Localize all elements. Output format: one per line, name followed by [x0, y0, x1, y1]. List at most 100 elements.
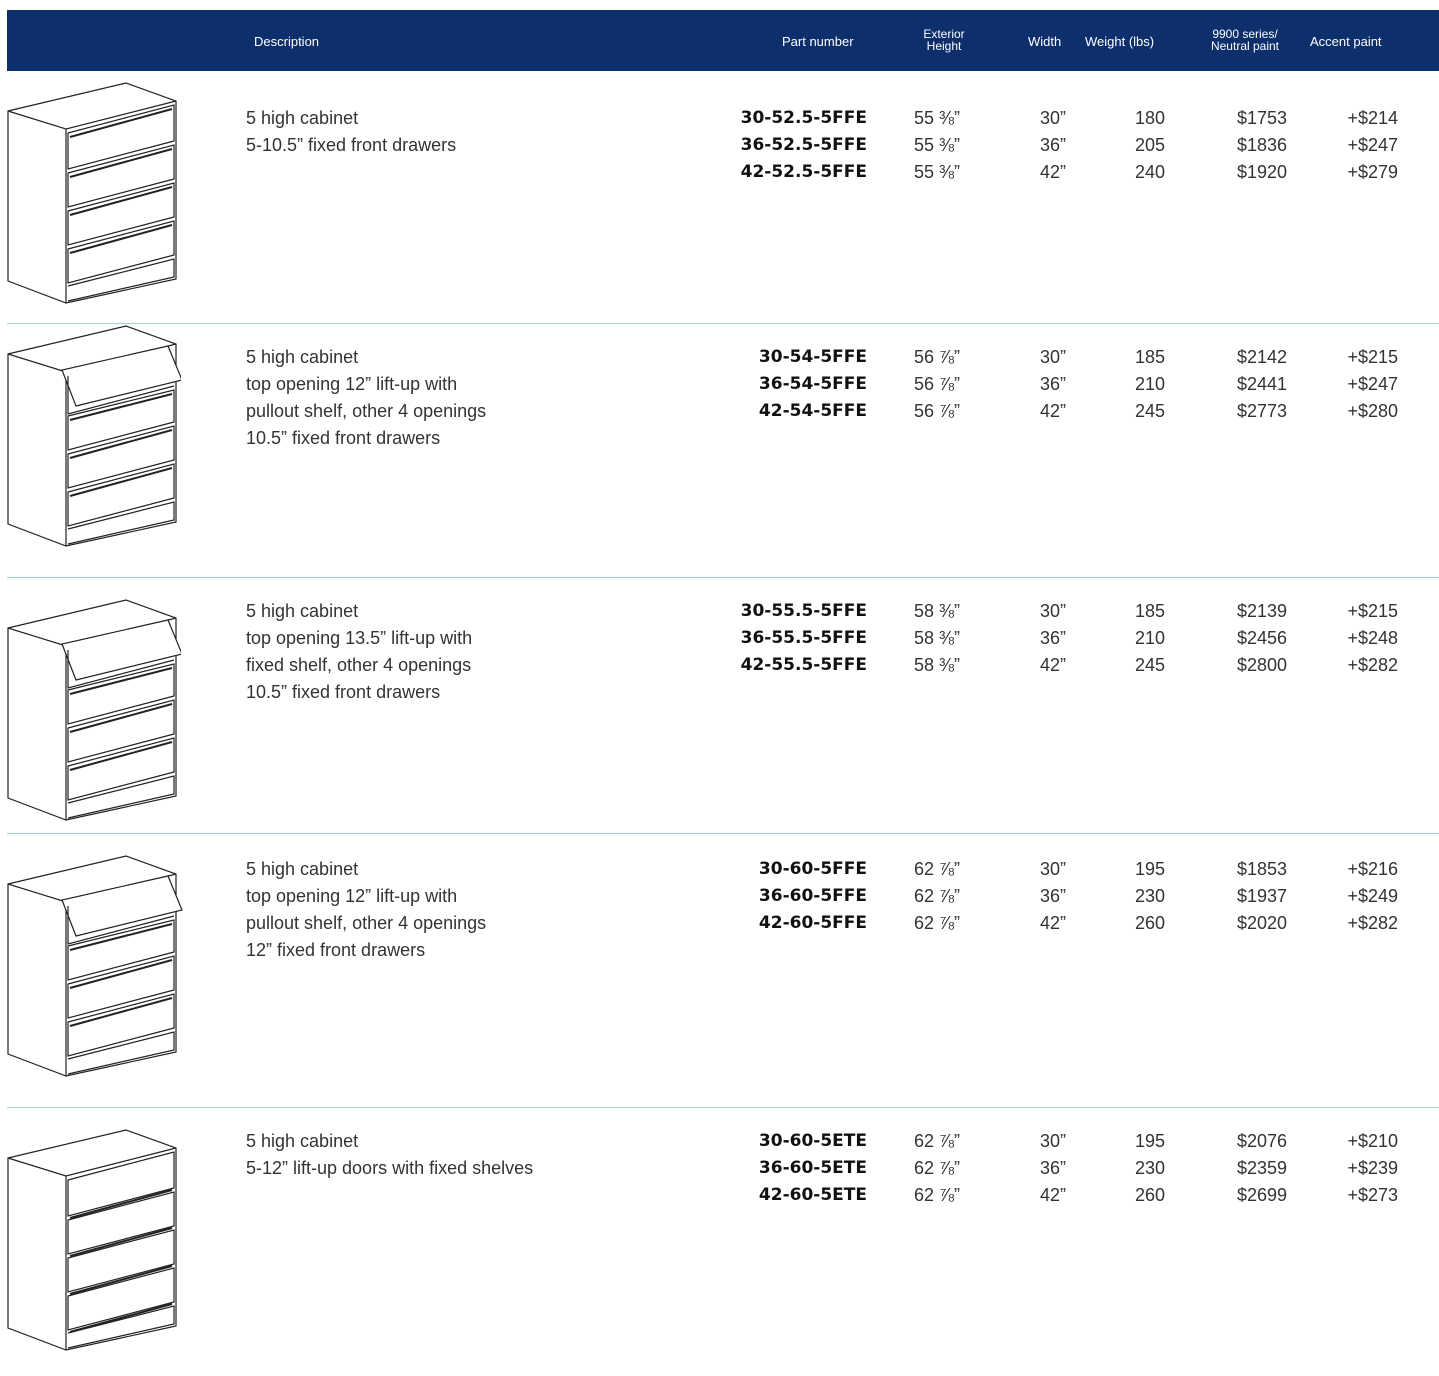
description-line: 5 high cabinet — [246, 601, 359, 621]
accent-price: +$216 — [1347, 859, 1398, 879]
description-line: 10.5” fixed front drawers — [246, 428, 441, 448]
exterior-height: 62 ⅞” — [914, 1131, 961, 1151]
weight-column: 185 210 245 — [1135, 344, 1165, 425]
neutral-price-column: $2076 $2359 $2699 — [1237, 1128, 1287, 1209]
header-accent-paint: Accent paint — [1310, 34, 1382, 49]
lift-up-top-cabinet-icon — [7, 599, 181, 821]
description: 5 high cabinet top opening 12” lift-up w… — [246, 856, 486, 964]
weight-value: 240 — [1134, 162, 1165, 182]
accent-price: +$210 — [1347, 1131, 1398, 1151]
neutral-price: $1836 — [1236, 135, 1287, 155]
row-divider — [7, 833, 1439, 834]
exterior-height-column: 55 ⅜” 55 ⅜” 55 ⅜” — [914, 105, 960, 186]
table-header: Description Part number Exterior Height … — [7, 10, 1439, 71]
lift-up-top-cabinet-icon — [7, 855, 183, 1077]
description-line: fixed shelf, other 4 openings — [246, 655, 472, 675]
part-number-column: 30-55.5-5FFE 36-55.5-5FFE 42-55.5-5FFE — [741, 598, 867, 679]
weight-value: 185 — [1134, 601, 1165, 621]
weight-column: 180 205 240 — [1135, 105, 1165, 186]
part-number: 36-60-5ETE — [758, 1158, 867, 1178]
part-number: 42-52.5-5FFE — [740, 162, 867, 182]
part-number: 42-60-5FFE — [758, 913, 867, 933]
accent-price: +$239 — [1347, 1158, 1398, 1178]
weight-value: 210 — [1134, 628, 1165, 648]
accent-price: +$249 — [1347, 886, 1398, 906]
accent-price-column: +$215 +$247 +$280 — [1347, 344, 1398, 425]
weight-value: 210 — [1134, 374, 1165, 394]
width-value: 36” — [1039, 628, 1066, 648]
exterior-height-column: 62 ⅞” 62 ⅞” 62 ⅞” — [914, 1128, 960, 1209]
description: 5 high cabinet top opening 13.5” lift-up… — [246, 598, 472, 706]
exterior-height: 62 ⅞” — [914, 886, 961, 906]
part-number-column: 30-52.5-5FFE 36-52.5-5FFE 42-52.5-5FFE — [741, 105, 867, 186]
weight-value: 230 — [1134, 1158, 1165, 1178]
exterior-height: 55 ⅜” — [914, 162, 961, 182]
width-value: 36” — [1039, 1158, 1066, 1178]
exterior-height: 62 ⅞” — [914, 913, 961, 933]
description-line: top opening 12” lift-up with — [246, 374, 458, 394]
weight-value: 260 — [1134, 1185, 1165, 1205]
description: 5 high cabinet 5-10.5” fixed front drawe… — [246, 105, 456, 159]
part-number: 30-55.5-5FFE — [740, 601, 867, 621]
description-line: top opening 13.5” lift-up with — [246, 628, 473, 648]
weight-value: 195 — [1134, 1131, 1165, 1151]
accent-price: +$215 — [1347, 347, 1398, 367]
weight-value: 260 — [1134, 913, 1165, 933]
exterior-height: 56 ⅞” — [914, 401, 961, 421]
accent-price: +$247 — [1347, 135, 1398, 155]
neutral-price: $1853 — [1236, 859, 1287, 879]
description-line: pullout shelf, other 4 openings — [246, 913, 487, 933]
exterior-height-column: 58 ⅜” 58 ⅜” 58 ⅜” — [914, 598, 960, 679]
accent-price: +$248 — [1347, 628, 1398, 648]
exterior-height: 62 ⅞” — [914, 1158, 961, 1178]
part-number: 36-55.5-5FFE — [740, 628, 867, 648]
width-value: 42” — [1039, 1185, 1066, 1205]
neutral-price: $1937 — [1236, 886, 1287, 906]
width-value: 36” — [1039, 886, 1066, 906]
part-number: 30-60-5FFE — [758, 859, 867, 879]
neutral-price: $2359 — [1236, 1158, 1287, 1178]
description: 5 high cabinet 5-12” lift-up doors with … — [246, 1128, 533, 1182]
row-divider — [7, 577, 1439, 578]
width-value: 30” — [1039, 347, 1066, 367]
row-divider — [7, 1107, 1439, 1108]
description-line: pullout shelf, other 4 openings — [246, 401, 487, 421]
header-exterior-height-line2: Height — [926, 39, 962, 53]
neutral-price: $2142 — [1236, 347, 1287, 367]
accent-price-column: +$216 +$249 +$282 — [1347, 856, 1398, 937]
description-line: 10.5” fixed front drawers — [246, 682, 441, 702]
description-line: 5 high cabinet — [246, 108, 359, 128]
width-value: 36” — [1039, 374, 1066, 394]
lift-up-doors-cabinet-icon — [7, 1129, 177, 1351]
description-line: 5-10.5” fixed front drawers — [246, 135, 457, 155]
part-number: 42-55.5-5FFE — [740, 655, 867, 675]
weight-value: 245 — [1134, 401, 1165, 421]
weight-value: 205 — [1134, 135, 1165, 155]
part-number: 30-60-5ETE — [758, 1131, 867, 1151]
part-number: 36-54-5FFE — [758, 374, 867, 394]
width-value: 42” — [1039, 655, 1066, 675]
exterior-height: 62 ⅞” — [914, 859, 961, 879]
neutral-price: $2456 — [1236, 628, 1287, 648]
part-number: 42-60-5ETE — [758, 1185, 867, 1205]
weight-column: 185 210 245 — [1135, 598, 1165, 679]
accent-price-column: +$210 +$239 +$273 — [1347, 1128, 1398, 1209]
width-column: 30” 36” 42” — [1040, 598, 1066, 679]
header-width: Width — [1028, 34, 1062, 49]
part-number: 36-52.5-5FFE — [740, 135, 867, 155]
accent-price: +$215 — [1347, 601, 1398, 621]
neutral-price: $2139 — [1236, 601, 1287, 621]
weight-value: 180 — [1134, 108, 1165, 128]
accent-price-column: +$215 +$248 +$282 — [1347, 598, 1398, 679]
neutral-price: $1920 — [1236, 162, 1287, 182]
part-number-column: 30-60-5FFE 36-60-5FFE 42-60-5FFE — [759, 856, 867, 937]
header-part-number: Part number — [782, 34, 854, 49]
width-value: 30” — [1039, 859, 1066, 879]
exterior-height: 62 ⅞” — [914, 1185, 961, 1205]
neutral-price: $1753 — [1236, 108, 1287, 128]
accent-price: +$214 — [1347, 108, 1398, 128]
weight-column: 195 230 260 — [1135, 1128, 1165, 1209]
part-number: 42-54-5FFE — [758, 401, 867, 421]
exterior-height-column: 62 ⅞” 62 ⅞” 62 ⅞” — [914, 856, 960, 937]
part-number: 36-60-5FFE — [758, 886, 867, 906]
